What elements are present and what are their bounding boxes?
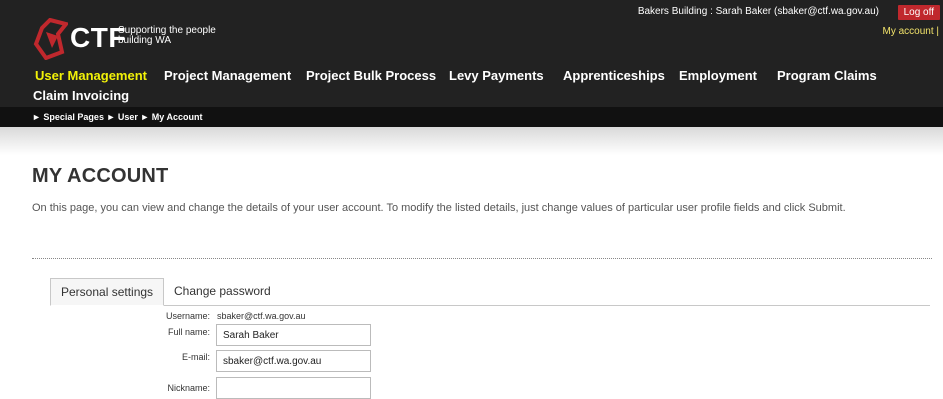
brand-tagline: Supporting the people building WA xyxy=(118,25,216,46)
nickname-label: Nickname: xyxy=(167,383,210,393)
username-value: sbaker@ctf.wa.gov.au xyxy=(217,311,306,321)
my-account-link[interactable]: My account | xyxy=(882,26,939,37)
ctf-logo-icon xyxy=(33,18,68,60)
nav-user-management[interactable]: User Management xyxy=(31,66,147,84)
nav-claim-invoicing[interactable]: Claim Invoicing xyxy=(33,88,129,103)
tab-personal-settings[interactable]: Personal settings xyxy=(50,278,165,306)
page-title: MY ACCOUNT xyxy=(32,165,169,187)
header-shadow-band xyxy=(0,127,943,155)
nav-apprenticeships[interactable]: Apprenticeships xyxy=(563,68,665,83)
email-label: E-mail: xyxy=(181,352,210,362)
username-label: Username: xyxy=(165,311,210,321)
fullname-field[interactable] xyxy=(216,324,371,346)
logoff-button[interactable]: Log off xyxy=(897,5,940,20)
fullname-label: Full name: xyxy=(167,327,210,337)
nav-levy-payments[interactable]: Levy Payments xyxy=(449,68,544,83)
email-field[interactable] xyxy=(216,350,371,372)
tab-change-password[interactable]: Change password xyxy=(164,278,281,304)
nav-project-bulk-process[interactable]: Project Bulk Process xyxy=(306,68,436,83)
page-intro: On this page, you can view and change th… xyxy=(32,202,846,214)
breadcrumb-bar: ► Special Pages ► User ► My Account xyxy=(0,107,943,127)
breadcrumb[interactable]: ► Special Pages ► User ► My Account xyxy=(32,112,202,122)
nickname-field[interactable] xyxy=(216,377,371,399)
nav-program-claims[interactable]: Program Claims xyxy=(777,68,877,83)
section-divider xyxy=(32,258,932,259)
header-bar: CTF Supporting the people building WA Ba… xyxy=(0,0,943,107)
nav-employment[interactable]: Employment xyxy=(679,68,757,83)
user-info: Bakers Building : Sarah Baker (sbaker@ct… xyxy=(637,6,879,17)
account-tabs: Personal settings Change password xyxy=(50,278,930,306)
nav-project-management[interactable]: Project Management xyxy=(164,68,291,83)
ctf-logo[interactable]: CTF Supporting the people building WA xyxy=(32,18,232,60)
